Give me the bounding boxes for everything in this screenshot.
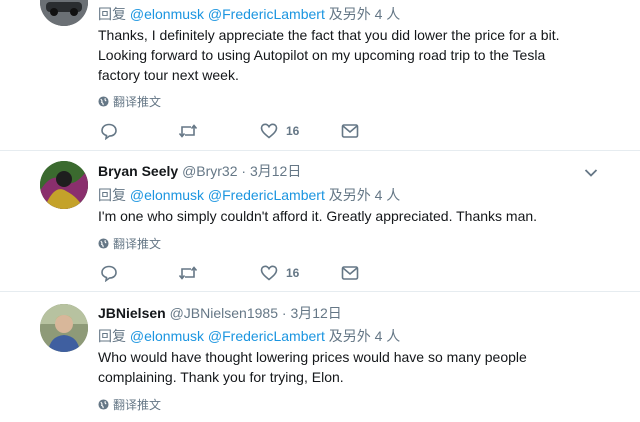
- translate-label: 翻译推文: [113, 95, 162, 109]
- tweet-text: Thanks, I definitely appreciate the fact…: [98, 27, 560, 83]
- heart-icon: [260, 265, 278, 281]
- reply-icon: [101, 265, 117, 282]
- direct-message-button[interactable]: [341, 264, 359, 282]
- globe-icon: [98, 399, 109, 410]
- heart-icon: [260, 123, 278, 139]
- tweet-1[interactable]: 回复 @elonmusk @FredericLambert 及另外 4 人 Th…: [0, 0, 640, 150]
- tweet-date[interactable]: 3月12日: [250, 163, 301, 179]
- display-name[interactable]: Bryan Seely: [98, 163, 178, 179]
- tweet-2[interactable]: Bryan Seely @Bryr32 · 3月12日 回复 @elonmusk…: [0, 151, 640, 291]
- tweet-text: I'm one who simply couldn't afford it. G…: [98, 208, 538, 224]
- reply-button[interactable]: [100, 264, 118, 282]
- retweet-icon: [178, 266, 198, 280]
- avatar[interactable]: [40, 0, 88, 26]
- translate-tweet-button[interactable]: 翻译推文: [98, 235, 161, 252]
- separator-dot: ·: [281, 305, 287, 321]
- translate-tweet-button[interactable]: 翻译推文: [98, 93, 161, 110]
- tweet-3[interactable]: JBNielsen @JBNielsen1985 · 3月12日 回复 @elo…: [0, 292, 640, 422]
- tweet-text: Who would have thought lowering prices w…: [98, 349, 527, 385]
- chevron-down-icon: [584, 169, 598, 177]
- mention-link[interactable]: @FredericLambert: [208, 187, 325, 203]
- retweet-button[interactable]: [178, 264, 198, 282]
- translate-tweet-button[interactable]: 翻译推文: [98, 396, 161, 413]
- retweet-icon: [178, 124, 198, 138]
- like-count: 16: [286, 124, 300, 138]
- like-count: 16: [286, 266, 300, 280]
- more-options-button[interactable]: [584, 165, 600, 177]
- reply-context: 回复 @elonmusk @FredericLambert 及另外 4 人: [98, 326, 400, 346]
- reply-prefix: 回复: [98, 6, 126, 22]
- retweet-button[interactable]: [178, 122, 198, 140]
- mention-link[interactable]: @FredericLambert: [208, 328, 325, 344]
- envelope-icon: [341, 266, 359, 280]
- separator-dot: ·: [241, 163, 247, 179]
- translate-label: 翻译推文: [113, 398, 162, 412]
- user-handle[interactable]: @JBNielsen1985: [170, 305, 278, 321]
- like-button[interactable]: 16: [260, 264, 299, 282]
- direct-message-button[interactable]: [341, 122, 359, 140]
- car-photo-icon: [40, 0, 88, 26]
- tweet-header: Bryan Seely @Bryr32 · 3月12日: [98, 161, 301, 181]
- tweet-date[interactable]: 3月12日: [290, 305, 341, 321]
- reply-prefix: 回复: [98, 187, 126, 203]
- display-name[interactable]: JBNielsen: [98, 305, 166, 321]
- reply-others-link[interactable]: 及另外 4 人: [329, 6, 401, 22]
- mention-link[interactable]: @elonmusk: [130, 328, 204, 344]
- user-photo-icon: [40, 161, 88, 209]
- reply-context: 回复 @elonmusk @FredericLambert 及另外 4 人: [98, 4, 400, 24]
- mention-link[interactable]: @FredericLambert: [208, 6, 325, 22]
- reply-others-link[interactable]: 及另外 4 人: [329, 328, 401, 344]
- user-photo-icon: [40, 304, 88, 352]
- like-button[interactable]: 16: [260, 122, 299, 140]
- globe-icon: [98, 238, 109, 249]
- reply-button[interactable]: [100, 122, 118, 140]
- tweet-header: JBNielsen @JBNielsen1985 · 3月12日: [98, 303, 342, 323]
- reply-prefix: 回复: [98, 328, 126, 344]
- reply-icon: [101, 123, 117, 140]
- mention-link[interactable]: @elonmusk: [130, 6, 204, 22]
- mention-link[interactable]: @elonmusk: [130, 187, 204, 203]
- user-handle[interactable]: @Bryr32: [182, 163, 237, 179]
- avatar[interactable]: [40, 161, 88, 209]
- reply-others-link[interactable]: 及另外 4 人: [329, 187, 401, 203]
- translate-label: 翻译推文: [113, 237, 162, 251]
- avatar[interactable]: [40, 304, 88, 352]
- reply-context: 回复 @elonmusk @FredericLambert 及另外 4 人: [98, 185, 400, 205]
- globe-icon: [98, 96, 109, 107]
- envelope-icon: [341, 124, 359, 138]
